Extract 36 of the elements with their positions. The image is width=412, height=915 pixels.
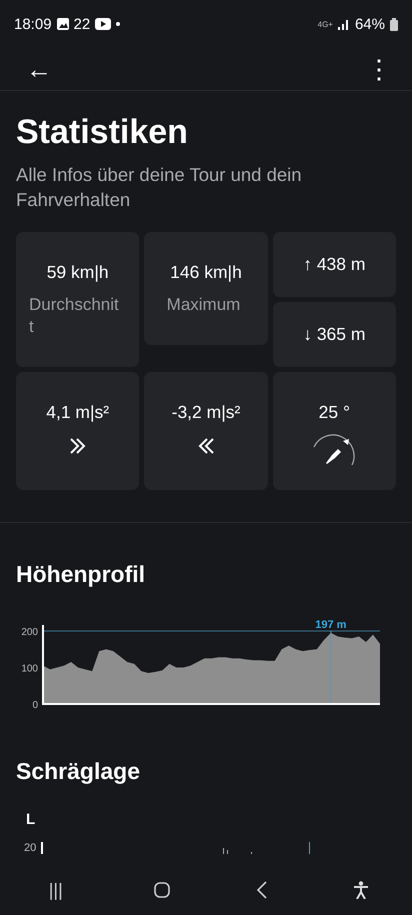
page-title: Statistiken <box>16 113 189 152</box>
network-type: 4G+ <box>318 20 333 28</box>
axis-tick-label: 0 <box>32 700 38 711</box>
section-title: Höhenprofil <box>16 561 146 588</box>
recents-button[interactable]: ||| <box>42 881 69 899</box>
stat-label: Durchschnitt <box>28 294 120 338</box>
dot-icon <box>116 22 120 26</box>
section-title: Schräglage <box>16 758 141 785</box>
menu-button[interactable]: ⋮ <box>360 56 398 82</box>
home-button[interactable] <box>154 882 170 898</box>
signal-icon <box>338 18 350 30</box>
max-label: 197 m <box>315 619 346 631</box>
notification-count: 22 <box>74 16 90 32</box>
status-time: 18:09 <box>14 16 52 32</box>
page-subtitle: Alle Infos über deine Tour und dein Fahrverhalten <box>16 163 303 212</box>
accessibility-icon[interactable] <box>353 881 370 899</box>
stat-value: ↓ 365 m <box>303 324 366 345</box>
stat-value: 146 km|h <box>170 262 242 283</box>
chevrons-right-icon <box>68 437 88 455</box>
back-nav-button[interactable] <box>256 881 268 899</box>
axis-tick-label: 20 <box>24 842 36 854</box>
stat-value: 59 km|h <box>46 262 109 283</box>
back-button[interactable]: ← <box>20 56 58 82</box>
stat-value: 25 ° <box>318 402 350 423</box>
stat-value: -3,2 m|s² <box>172 402 240 423</box>
image-icon <box>56 18 69 30</box>
stat-value: 4,1 m|s² <box>46 402 110 423</box>
stat-value: ↑ 438 m <box>303 254 366 275</box>
battery-percent: 64% <box>354 16 385 32</box>
battery-icon <box>390 18 398 30</box>
side-label: L <box>26 811 36 828</box>
stat-label: Maximum <box>166 294 242 316</box>
axis-tick-label: 200 <box>21 627 38 638</box>
axis-tick-label: 100 <box>21 664 38 674</box>
lean-angle-icon <box>312 433 356 467</box>
video-icon <box>95 18 112 30</box>
